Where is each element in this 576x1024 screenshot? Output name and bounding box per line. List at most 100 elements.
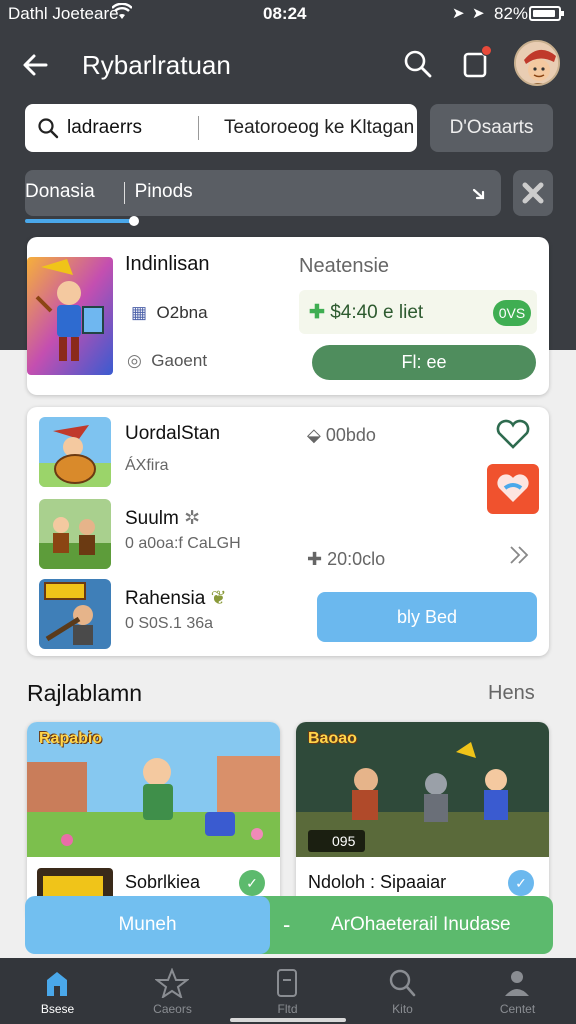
close-icon xyxy=(522,182,544,204)
search-icon xyxy=(38,118,59,139)
clock: 08:24 xyxy=(263,4,307,23)
featured-thumbnail xyxy=(27,257,113,375)
game-tile[interactable]: Baoao 095 Ndoloh : Sipaaiar ✓ xyxy=(296,722,549,922)
check-icon: ✓ xyxy=(508,870,534,896)
search-action-button[interactable]: D'Osaarts xyxy=(430,104,553,152)
notification-dot xyxy=(481,45,492,56)
sparkle-icon: ✲ xyxy=(184,508,201,529)
search-icon xyxy=(389,969,416,997)
list-item-title: Rahensia ❦ xyxy=(125,587,226,610)
page-title: Rybarlratuan xyxy=(82,50,231,80)
list-item-title: UordalStan xyxy=(125,423,221,444)
filter-progress-bar[interactable] xyxy=(25,216,139,226)
filter-secondary-label: Pinods xyxy=(134,181,193,202)
list-item-meta-label: 00bdo xyxy=(325,425,376,445)
plus-icon: ✚ xyxy=(309,302,325,323)
favorite-button[interactable] xyxy=(487,464,539,514)
notification-button[interactable] xyxy=(460,45,492,80)
home-icon xyxy=(47,972,67,996)
filter-clear-button[interactable] xyxy=(513,170,553,216)
chevron-down-icon xyxy=(472,188,485,200)
search-location: Teatoroeog ke Kltagan xyxy=(224,117,415,138)
filter-primary: Donasia xyxy=(25,181,95,202)
tab-label: Kito xyxy=(392,1002,413,1016)
list-item-subtitle: 0 S0S.1 36a xyxy=(125,615,214,632)
featured-meta-label: O2bna xyxy=(156,303,208,322)
building-icon: ▦ xyxy=(131,303,148,322)
list-item-subtitle: ÁXfira xyxy=(125,457,169,474)
featured-meta: ▦ O2bna xyxy=(131,303,208,323)
game-tile-logo: Baoao xyxy=(308,730,357,747)
home-indicator xyxy=(230,1018,346,1022)
list-item-meta-label: 20:0clo xyxy=(327,549,386,569)
list-item-thumbnail[interactable] xyxy=(39,499,111,569)
leaf-icon: ❦ xyxy=(210,588,227,609)
featured-price-label: $4:40 e liet xyxy=(330,302,424,323)
list-item-title-label: Suulm xyxy=(125,508,179,529)
game-tile-title: Sobrlkiea xyxy=(125,872,201,892)
tag-icon: ⬙ xyxy=(307,425,321,445)
featured-price-box: ✚ $4:40 e liet 0VS xyxy=(299,290,537,334)
back-arrow-icon[interactable] xyxy=(20,50,50,80)
featured-meta-secondary-label: Gaoent xyxy=(151,351,208,370)
list-item-thumbnail[interactable] xyxy=(39,579,111,649)
signal-icon: ➤ xyxy=(472,5,485,22)
tab-favorites[interactable]: Caeors xyxy=(115,958,230,1024)
filter-secondary: Pinods xyxy=(124,181,193,203)
section-more-link[interactable]: Hens xyxy=(488,682,535,705)
game-tile[interactable]: Rapabio Sobrlkiea ✓ xyxy=(27,722,280,922)
tab-bar: Bsese Caeors Fltd Kito Centet xyxy=(0,958,576,1024)
list-item-title-label: Rahensia xyxy=(125,588,206,609)
tab-profile[interactable]: Centet xyxy=(460,958,575,1024)
app-header: Rybarlratuan xyxy=(0,36,576,96)
clock-icon: ◎ xyxy=(127,351,142,370)
action-divider: - xyxy=(283,912,291,937)
list-item-subtitle: 0 a0oa:f CaLGH xyxy=(125,535,241,552)
game-tile-logo: Rapabio xyxy=(39,730,103,747)
chevron-right-icon[interactable] xyxy=(507,543,531,567)
list-item-thumbnail[interactable] xyxy=(39,417,111,487)
tab-search[interactable]: Kito xyxy=(345,958,460,1024)
list-item-meta: ✚ 20:0clo xyxy=(307,549,385,570)
bottom-actions: ArOhaeterail Inudase Muneh - xyxy=(25,896,553,954)
star-icon xyxy=(155,968,189,998)
avatar[interactable] xyxy=(514,40,560,86)
game-tile-price: 095 xyxy=(308,830,366,852)
tab-library[interactable]: Fltd xyxy=(230,958,345,1024)
section-title: Rajlablamn xyxy=(27,680,143,706)
check-icon: ✓ xyxy=(239,870,265,896)
status-bar: Dathl Joeteare 08:24 ➤ ➤ 82% xyxy=(0,0,576,28)
featured-badge: 0VS xyxy=(493,300,531,326)
tab-label: Fltd xyxy=(277,1002,298,1016)
location-icon: ➤ xyxy=(452,5,465,22)
featured-status: Neatensie xyxy=(299,255,390,277)
carrier-label: Dathl Joeteare xyxy=(8,4,119,23)
game-tile-title: Ndoloh : Sipaaiar xyxy=(308,872,447,892)
featured-buy-button[interactable]: Fl: ee xyxy=(312,345,536,380)
filter-dropdown[interactable]: Donasia Pinods xyxy=(25,170,501,216)
search-divider xyxy=(198,116,199,140)
tab-label: Centet xyxy=(499,1002,536,1016)
search-input[interactable]: ladraerrs Teatoroeog ke Kltagan xyxy=(25,104,417,152)
battery-icon xyxy=(529,6,564,21)
tab-label: Bsese xyxy=(40,1002,75,1016)
list-item-meta: ⬙ 00bdo xyxy=(307,425,376,446)
list-buy-button[interactable]: bly Bed xyxy=(317,592,537,642)
wifi-icon xyxy=(112,3,132,19)
heart-outline-icon[interactable] xyxy=(493,417,533,451)
profile-icon xyxy=(505,971,529,996)
game-list-card: UordalStan ÁXfira ⬙ 00bdo Suulm ✲ 0 a0oa… xyxy=(27,407,549,656)
featured-meta-secondary: ◎ Gaoent xyxy=(127,351,207,371)
search-icon[interactable] xyxy=(402,48,434,80)
primary-action-button[interactable]: ArOhaeterail Inudase xyxy=(257,896,553,954)
tab-label: Caeors xyxy=(153,1002,192,1016)
tab-home[interactable]: Bsese xyxy=(0,958,115,1024)
device-icon xyxy=(277,969,297,997)
featured-title: Indinlisan xyxy=(125,253,210,275)
list-item-title: Suulm ✲ xyxy=(125,507,200,530)
secondary-action-button[interactable]: Muneh xyxy=(25,896,270,954)
heart-icon xyxy=(497,474,529,502)
battery-percent: 82% xyxy=(494,4,529,23)
featured-card[interactable]: Indinlisan Neatensie ▦ O2bna ◎ Gaoent ✚ … xyxy=(27,237,549,395)
featured-price: ✚ $4:40 e liet xyxy=(309,301,423,324)
